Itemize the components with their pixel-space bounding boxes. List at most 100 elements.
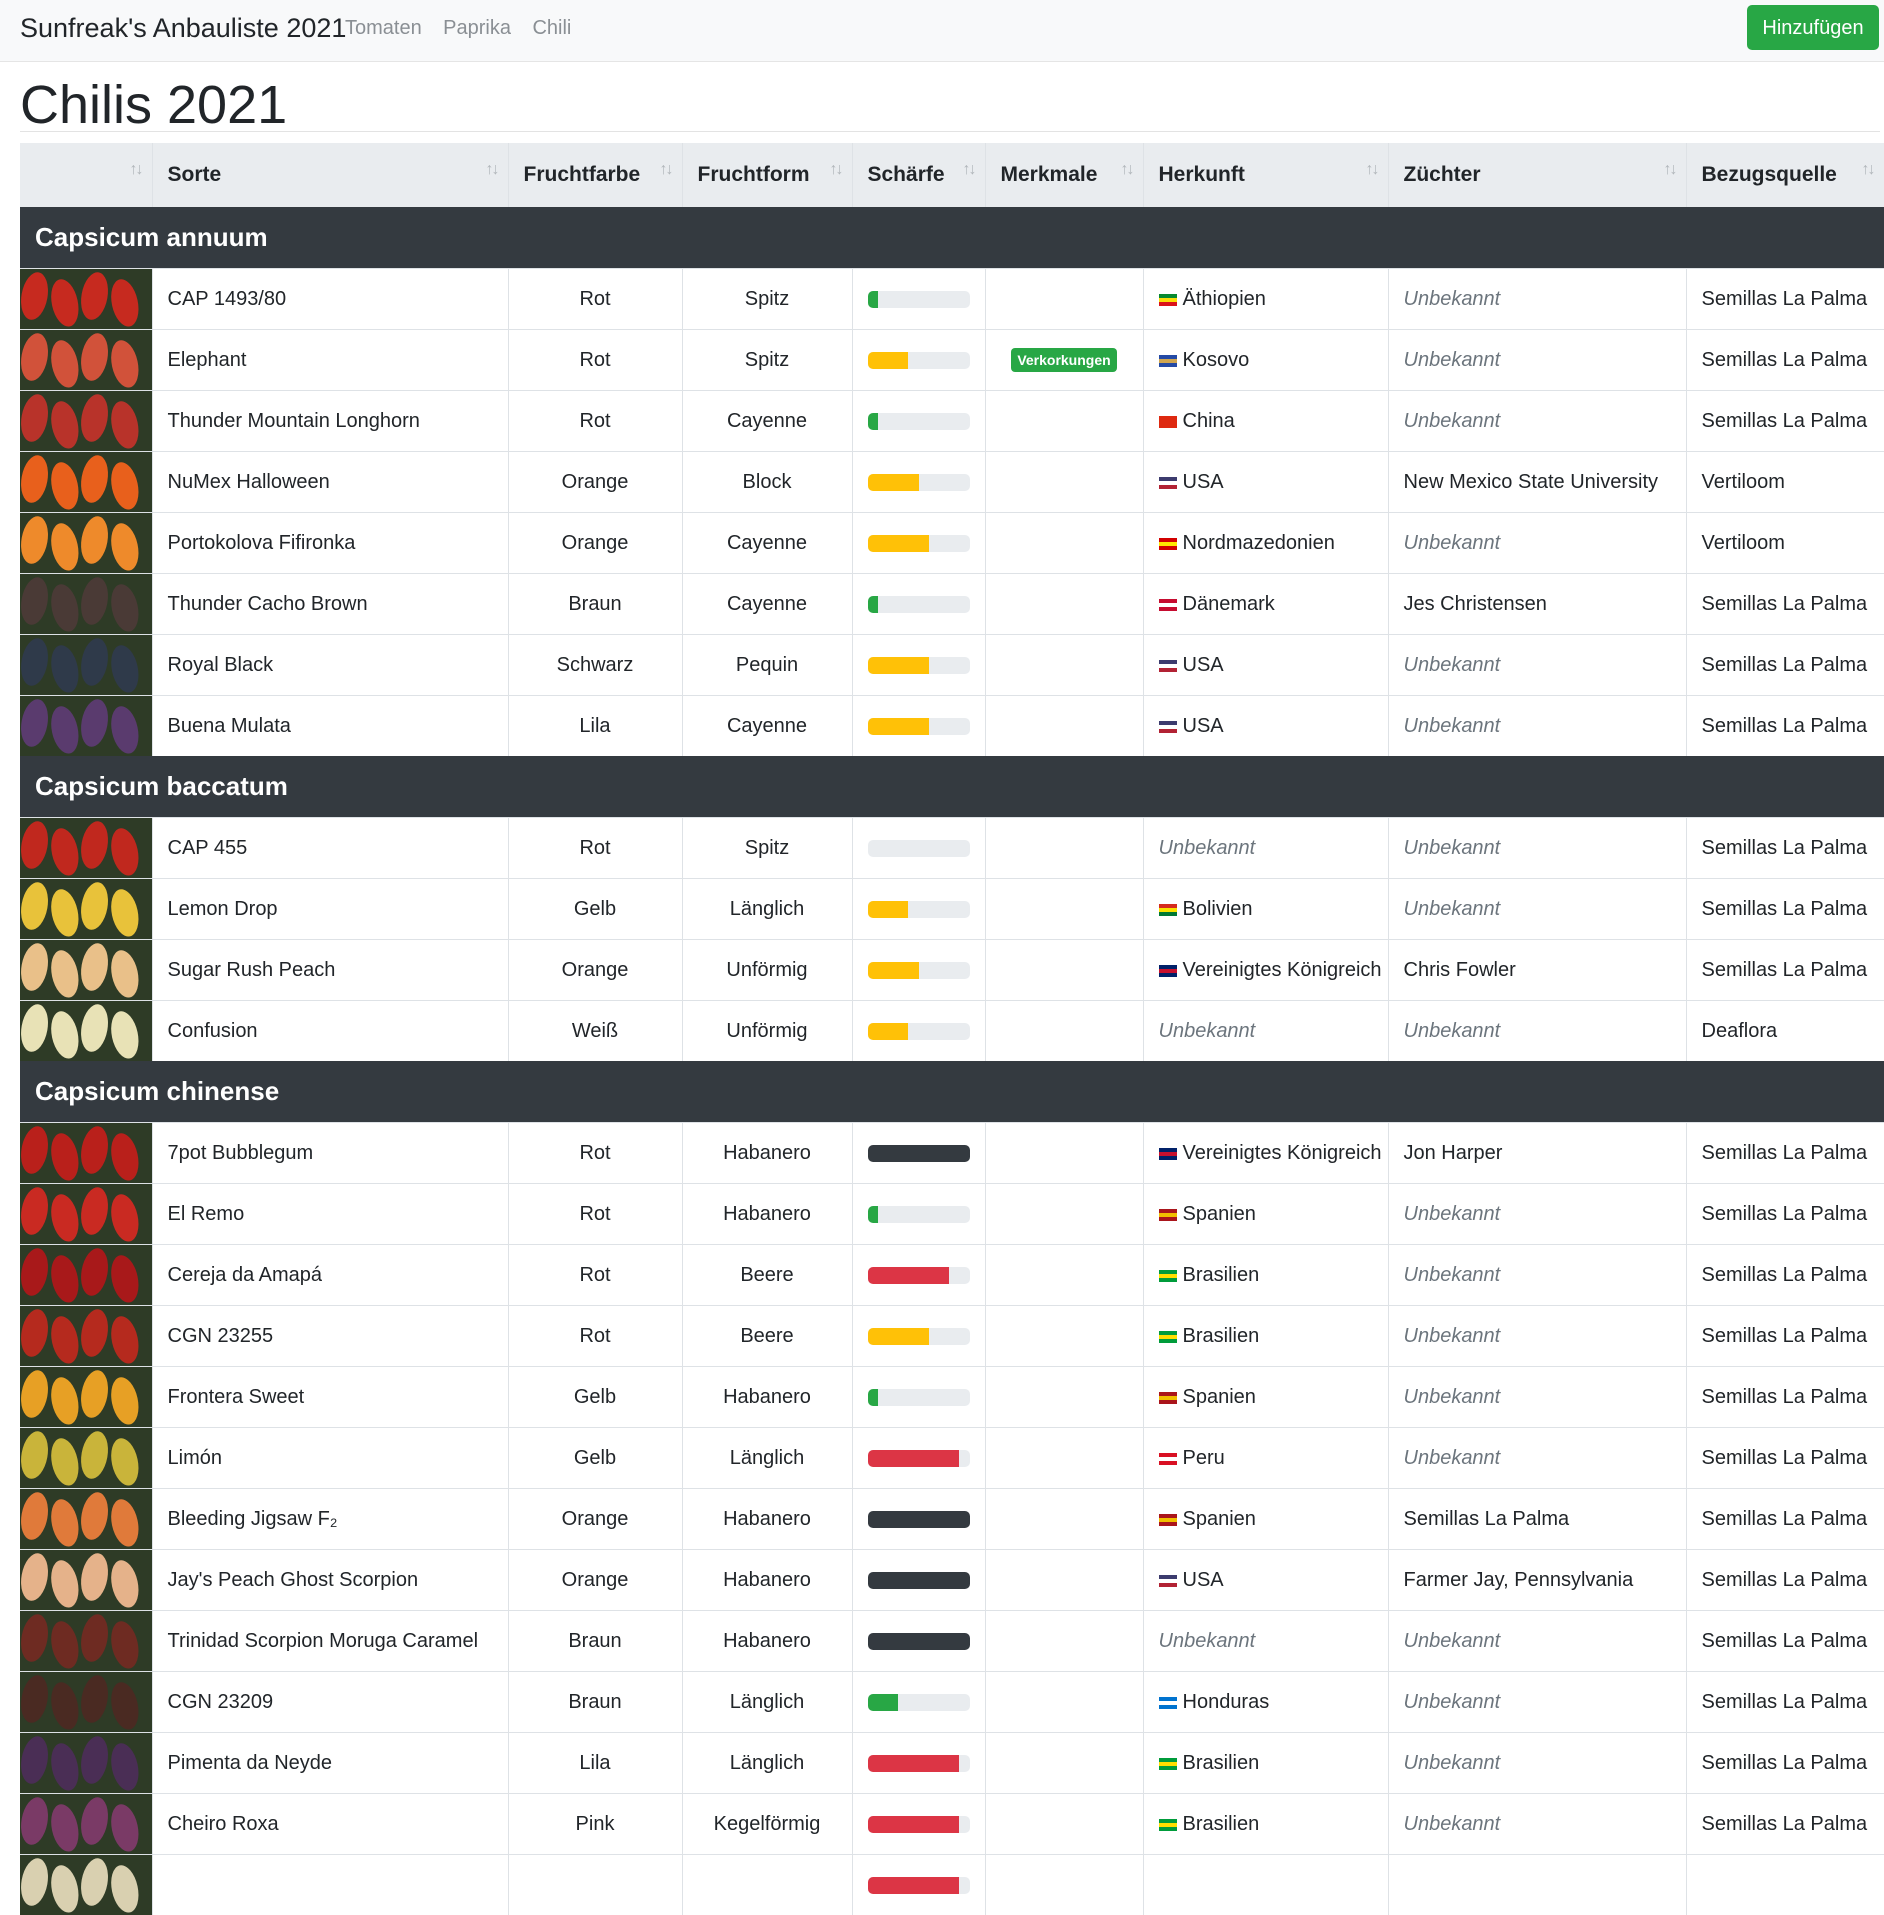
- table-row[interactable]: CGN 23209BraunLänglichHondurasUnbekanntS…: [20, 1672, 1884, 1733]
- heat-bar: [868, 1267, 970, 1284]
- column-header-fruchtfarbe[interactable]: Fruchtfarbe↑↓: [508, 143, 682, 207]
- nav-link-chili[interactable]: Chili: [532, 17, 571, 39]
- chili-photo[interactable]: [20, 1306, 152, 1366]
- origin-country: Kosovo: [1183, 349, 1250, 371]
- table-row[interactable]: Portokolova FifironkaOrangeCayenneNordma…: [20, 513, 1884, 574]
- table-row[interactable]: CGN 23255RotBeereBrasilienUnbekanntSemil…: [20, 1306, 1884, 1367]
- variety-name[interactable]: Pimenta da Neyde: [152, 1733, 508, 1794]
- chili-photo[interactable]: [20, 1550, 152, 1610]
- chili-photo[interactable]: [20, 696, 152, 756]
- country-flag-icon: [1159, 1575, 1177, 1587]
- column-header-schaerfe[interactable]: Schärfe↑↓: [852, 143, 985, 207]
- variety-name[interactable]: Frontera Sweet: [152, 1367, 508, 1428]
- chili-photo[interactable]: [20, 1184, 152, 1244]
- chili-photo[interactable]: [20, 452, 152, 512]
- chili-photo[interactable]: [20, 1489, 152, 1549]
- column-header-bezugsquelle[interactable]: Bezugsquelle↑↓: [1686, 143, 1884, 207]
- sort-image-column[interactable]: ↑↓: [20, 143, 152, 207]
- chili-photo[interactable]: [20, 1001, 152, 1061]
- variety-name[interactable]: Buena Mulata: [152, 696, 508, 757]
- variety-name[interactable]: Jay's Peach Ghost Scorpion: [152, 1550, 508, 1611]
- heat-bar-fill: [868, 474, 919, 491]
- variety-name[interactable]: CGN 23255: [152, 1306, 508, 1367]
- variety-name[interactable]: 7pot Bubblegum: [152, 1123, 508, 1184]
- table-row[interactable]: NuMex HalloweenOrangeBlockUSANew Mexico …: [20, 452, 1884, 513]
- table-row[interactable]: CAP 1493/80RotSpitzÄthiopienUnbekanntSem…: [20, 269, 1884, 330]
- chili-photo[interactable]: [20, 1611, 152, 1671]
- chili-photo[interactable]: [20, 391, 152, 451]
- variety-name[interactable]: Trinidad Scorpion Moruga Caramel: [152, 1611, 508, 1672]
- variety-name[interactable]: CAP 1493/80: [152, 269, 508, 330]
- chili-photo[interactable]: [20, 818, 152, 878]
- variety-name[interactable]: Portokolova Fifironka: [152, 513, 508, 574]
- column-header-zuechter[interactable]: Züchter↑↓: [1388, 143, 1686, 207]
- table-row[interactable]: Bleeding Jigsaw F₂OrangeHabaneroSpanienS…: [20, 1489, 1884, 1550]
- chili-photo[interactable]: [20, 1367, 152, 1427]
- column-header-herkunft[interactable]: Herkunft↑↓: [1143, 143, 1388, 207]
- variety-name[interactable]: El Remo: [152, 1184, 508, 1245]
- thumbnail-cell: [20, 696, 152, 757]
- chili-photo[interactable]: [20, 1733, 152, 1793]
- variety-name[interactable]: Confusion: [152, 1001, 508, 1062]
- variety-name[interactable]: NuMex Halloween: [152, 452, 508, 513]
- table-row[interactable]: El RemoRotHabaneroSpanienUnbekanntSemill…: [20, 1184, 1884, 1245]
- breeder: Unbekannt: [1388, 1733, 1686, 1794]
- variety-name[interactable]: Bleeding Jigsaw F₂: [152, 1489, 508, 1550]
- chili-photo[interactable]: [20, 635, 152, 695]
- brand-title[interactable]: Sunfreak's Anbauliste 2021: [20, 13, 346, 44]
- table-row[interactable]: Frontera SweetGelbHabaneroSpanienUnbekan…: [20, 1367, 1884, 1428]
- chili-photo[interactable]: [20, 513, 152, 573]
- nav-link-tomaten[interactable]: Tomaten: [345, 17, 422, 39]
- table-row[interactable]: Buena MulataLilaCayenneUSAUnbekanntSemil…: [20, 696, 1884, 757]
- variety-name[interactable]: Thunder Cacho Brown: [152, 574, 508, 635]
- chili-photo[interactable]: [20, 879, 152, 939]
- chili-photo[interactable]: [20, 1672, 152, 1732]
- origin-cell: USA: [1143, 635, 1388, 696]
- chili-photo[interactable]: [20, 574, 152, 634]
- table-row[interactable]: Thunder Cacho BrownBraunCayenneDänemarkJ…: [20, 574, 1884, 635]
- chili-photo[interactable]: [20, 1855, 152, 1915]
- chili-photo[interactable]: [20, 330, 152, 390]
- variety-name[interactable]: Royal Black: [152, 635, 508, 696]
- table-row[interactable]: Jay's Peach Ghost ScorpionOrangeHabanero…: [20, 1550, 1884, 1611]
- table-row[interactable]: LimónGelbLänglichPeruUnbekanntSemillas L…: [20, 1428, 1884, 1489]
- nav-link-paprika[interactable]: Paprika: [443, 17, 511, 39]
- column-header-sorte[interactable]: Sorte↑↓: [152, 143, 508, 207]
- variety-name[interactable]: CAP 455: [152, 818, 508, 879]
- table-row[interactable]: Sugar Rush PeachOrangeUnförmigVereinigte…: [20, 940, 1884, 1001]
- table-row[interactable]: ElephantRotSpitzVerkorkungenKosovoUnbeka…: [20, 330, 1884, 391]
- variety-name[interactable]: Lemon Drop: [152, 879, 508, 940]
- origin-country: Dänemark: [1183, 593, 1275, 615]
- table-row[interactable]: Cheiro RoxaPinkKegelförmigBrasilienUnbek…: [20, 1794, 1884, 1855]
- variety-name[interactable]: Elephant: [152, 330, 508, 391]
- table-row[interactable]: 7pot BubblegumRotHabaneroVereinigtes Kön…: [20, 1123, 1884, 1184]
- fruit-shape: Spitz: [682, 330, 852, 391]
- heat-bar: [868, 1633, 970, 1650]
- chili-photo[interactable]: [20, 1794, 152, 1854]
- chili-photo[interactable]: [20, 1428, 152, 1488]
- add-button[interactable]: Hinzufügen: [1747, 5, 1879, 50]
- chili-photo[interactable]: [20, 1245, 152, 1305]
- table-row[interactable]: Thunder Mountain LonghornRotCayenneChina…: [20, 391, 1884, 452]
- variety-name[interactable]: Limón: [152, 1428, 508, 1489]
- chili-photo[interactable]: [20, 1123, 152, 1183]
- table-row[interactable]: Lemon DropGelbLänglichBolivienUnbekanntS…: [20, 879, 1884, 940]
- variety-name[interactable]: Cheiro Roxa: [152, 1794, 508, 1855]
- heat-cell: [852, 635, 985, 696]
- table-row[interactable]: Cereja da AmapáRotBeereBrasilienUnbekann…: [20, 1245, 1884, 1306]
- table-row[interactable]: Pimenta da NeydeLilaLänglichBrasilienUnb…: [20, 1733, 1884, 1794]
- variety-name[interactable]: CGN 23209: [152, 1672, 508, 1733]
- variety-name[interactable]: Thunder Mountain Longhorn: [152, 391, 508, 452]
- table-row[interactable]: [20, 1855, 1884, 1915]
- table-row[interactable]: Trinidad Scorpion Moruga CaramelBraunHab…: [20, 1611, 1884, 1672]
- variety-name[interactable]: Sugar Rush Peach: [152, 940, 508, 1001]
- column-header-fruchtform[interactable]: Fruchtform↑↓: [682, 143, 852, 207]
- table-row[interactable]: CAP 455RotSpitzUnbekanntUnbekanntSemilla…: [20, 818, 1884, 879]
- chili-photo[interactable]: [20, 940, 152, 1000]
- table-row[interactable]: ConfusionWeißUnförmigUnbekanntUnbekanntD…: [20, 1001, 1884, 1062]
- column-header-merkmale[interactable]: Merkmale↑↓: [985, 143, 1143, 207]
- variety-name[interactable]: Cereja da Amapá: [152, 1245, 508, 1306]
- variety-name[interactable]: [152, 1855, 508, 1915]
- chili-photo[interactable]: [20, 269, 152, 329]
- table-row[interactable]: Royal BlackSchwarzPequinUSAUnbekanntSemi…: [20, 635, 1884, 696]
